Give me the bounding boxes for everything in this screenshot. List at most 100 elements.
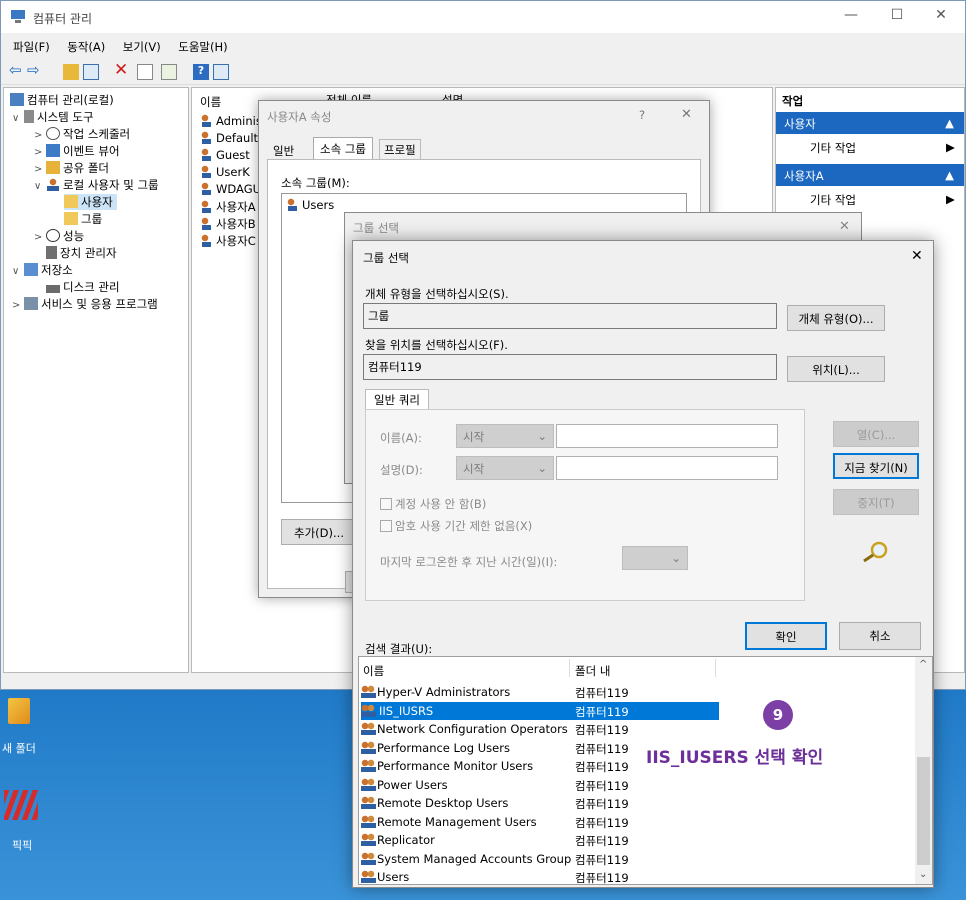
result-row[interactable]: IIS_IUSRS 컴퓨터119 [361, 701, 719, 720]
locations-button[interactable]: 위치(L)... [787, 356, 885, 382]
name-condition-combo[interactable]: 시작 ⌄ [456, 424, 554, 448]
list-item[interactable]: DefaultA [200, 131, 266, 145]
user-icon [200, 234, 214, 247]
more-actions-userA[interactable]: 기타 작업 ▶ [810, 192, 955, 208]
tree-item-groups[interactable]: 그룹 [64, 211, 102, 227]
checkbox-box[interactable] [380, 498, 392, 510]
help-button[interactable]: ? [639, 108, 645, 122]
columns-button[interactable]: 열(C)... [833, 421, 919, 447]
list-item[interactable]: Users [286, 198, 334, 212]
result-row[interactable]: Users 컴퓨터119 [361, 868, 719, 886]
list-item[interactable]: UserK [200, 165, 250, 179]
help-icon[interactable]: ? [193, 64, 209, 80]
desktop-app-icon[interactable] [4, 790, 38, 820]
tree-item-shared-folders[interactable]: > 공유 폴더 [34, 160, 109, 176]
export-list-icon[interactable] [161, 64, 177, 80]
cancel-button[interactable]: 취소 [839, 622, 921, 650]
find-now-button[interactable]: 지금 찾기(N) [833, 453, 919, 479]
non-expiring-password-checkbox[interactable]: 암호 사용 기간 제한 없음(X) [380, 518, 532, 534]
back-arrow-icon[interactable]: ⇦ [9, 61, 25, 79]
collapse-icon[interactable]: ▲ [945, 168, 954, 182]
result-row[interactable]: Hyper-V Administrators 컴퓨터119 [361, 683, 719, 701]
ok-button[interactable]: 확인 [745, 622, 827, 650]
name-input[interactable] [556, 424, 778, 448]
expand-icon[interactable]: > [34, 130, 46, 141]
action-label: 기타 작업 [810, 141, 856, 155]
list-item[interactable]: 사용자C [200, 233, 256, 249]
view-icon[interactable] [213, 64, 229, 80]
close-button[interactable]: ✕ [839, 219, 850, 234]
tree-item-event-viewer[interactable]: > 이벤트 뷰어 [34, 143, 120, 159]
result-row[interactable]: Remote Desktop Users 컴퓨터119 [361, 794, 719, 812]
list-item[interactable]: 사용자A [200, 199, 256, 215]
forward-arrow-icon[interactable]: ⇨ [27, 61, 43, 79]
menu-view[interactable]: 보기(V) [123, 39, 161, 55]
user-icon [200, 148, 214, 161]
close-button[interactable]: ✕ [681, 107, 692, 122]
menu-help[interactable]: 도움말(H) [178, 39, 227, 55]
checkbox-box[interactable] [380, 520, 392, 532]
results-column-name[interactable]: 이름 [363, 663, 384, 679]
expand-icon[interactable]: > [34, 164, 46, 175]
menu-file[interactable]: 파일(F) [13, 39, 50, 55]
tree-item-disk-management[interactable]: 디스크 관리 [46, 279, 120, 295]
object-types-button[interactable]: 개체 유형(O)... [787, 305, 885, 331]
tree-item-local-users-groups[interactable]: ∨ 로컬 사용자 및 그룹 [34, 177, 159, 193]
expand-icon[interactable]: ∨ [12, 266, 24, 277]
list-item[interactable]: Adminis [200, 114, 262, 128]
scrollbar-thumb[interactable] [917, 757, 930, 865]
results-column-folder[interactable]: 폴더 내 [575, 663, 610, 679]
tree-item-storage[interactable]: ∨ 저장소 [12, 262, 73, 278]
result-row[interactable]: Network Configuration Operators 컴퓨터119 [361, 720, 719, 738]
annotation-note: IIS_IUSERS 선택 확인 [646, 748, 824, 768]
tab-member-of[interactable]: 소속 그룹 [313, 137, 373, 160]
maximize-button[interactable]: ☐ [885, 7, 909, 27]
scrollbar[interactable]: ^ ⌄ [915, 657, 932, 884]
properties-icon[interactable] [137, 64, 153, 80]
column-header-name[interactable]: 이름 [200, 94, 221, 110]
add-button[interactable]: 추가(D)... [281, 519, 357, 545]
tree-item-task-scheduler[interactable]: > 작업 스케줄러 [34, 126, 130, 142]
actions-section-userA[interactable]: 사용자A ▲ [776, 164, 964, 186]
list-item[interactable]: WDAGU [200, 182, 261, 196]
actions-section-users[interactable]: 사용자 ▲ [776, 112, 964, 134]
description-input[interactable] [556, 456, 778, 480]
expand-icon[interactable]: > [34, 147, 46, 158]
tree-item-performance[interactable]: > 성능 [34, 228, 84, 244]
tree-item-computer-management[interactable]: 컴퓨터 관리(로컬) [10, 92, 114, 108]
desktop-folder-icon[interactable] [8, 698, 30, 724]
result-row[interactable]: Power Users 컴퓨터119 [361, 776, 719, 794]
result-row[interactable]: System Managed Accounts Group 컴퓨터119 [361, 850, 719, 868]
tree-item-device-manager[interactable]: 장치 관리자 [46, 245, 117, 261]
collapse-icon[interactable]: ▲ [945, 116, 954, 130]
menu-action[interactable]: 동작(A) [67, 39, 105, 55]
close-button[interactable]: ✕ [911, 248, 923, 264]
expand-icon[interactable]: > [12, 300, 24, 311]
days-since-logon-combo[interactable]: ⌄ [622, 546, 688, 570]
show-hide-tree-icon[interactable] [83, 64, 99, 80]
up-folder-icon[interactable] [63, 64, 79, 80]
list-item[interactable]: 사용자B [200, 216, 256, 232]
tab-profile[interactable]: 프로필 [379, 139, 421, 160]
disabled-accounts-checkbox[interactable]: 계정 사용 안 함(B) [380, 496, 486, 512]
expand-icon[interactable]: > [34, 232, 46, 243]
scroll-down-icon[interactable]: ⌄ [919, 869, 927, 880]
scroll-up-icon[interactable]: ^ [919, 659, 927, 670]
tab-common-queries[interactable]: 일반 쿼리 [365, 389, 429, 410]
description-condition-combo[interactable]: 시작 ⌄ [456, 456, 554, 480]
result-row[interactable]: Replicator 컴퓨터119 [361, 831, 719, 849]
more-actions-users[interactable]: 기타 작업 ▶ [810, 140, 955, 156]
stop-button[interactable]: 중지(T) [833, 489, 919, 515]
expand-icon[interactable]: ∨ [12, 113, 24, 124]
tab-general[interactable]: 일반 [273, 143, 294, 159]
tree-item-users[interactable]: 사용자 [64, 194, 117, 210]
tree-item-system-tools[interactable]: ∨ 시스템 도구 [12, 109, 94, 125]
minimize-button[interactable]: — [839, 7, 863, 27]
close-button[interactable]: ✕ [929, 7, 953, 27]
result-row[interactable]: Remote Management Users 컴퓨터119 [361, 813, 719, 831]
tree-item-services-apps[interactable]: > 서비스 및 응용 프로그램 [12, 296, 158, 312]
delete-icon[interactable]: ✕ [114, 60, 130, 80]
expand-icon[interactable]: ∨ [34, 181, 46, 192]
list-item[interactable]: Guest [200, 148, 250, 162]
search-results-list[interactable]: 이름 폴더 내 ^ ⌄ Hyper-V Administrators 컴퓨터119… [358, 656, 933, 885]
